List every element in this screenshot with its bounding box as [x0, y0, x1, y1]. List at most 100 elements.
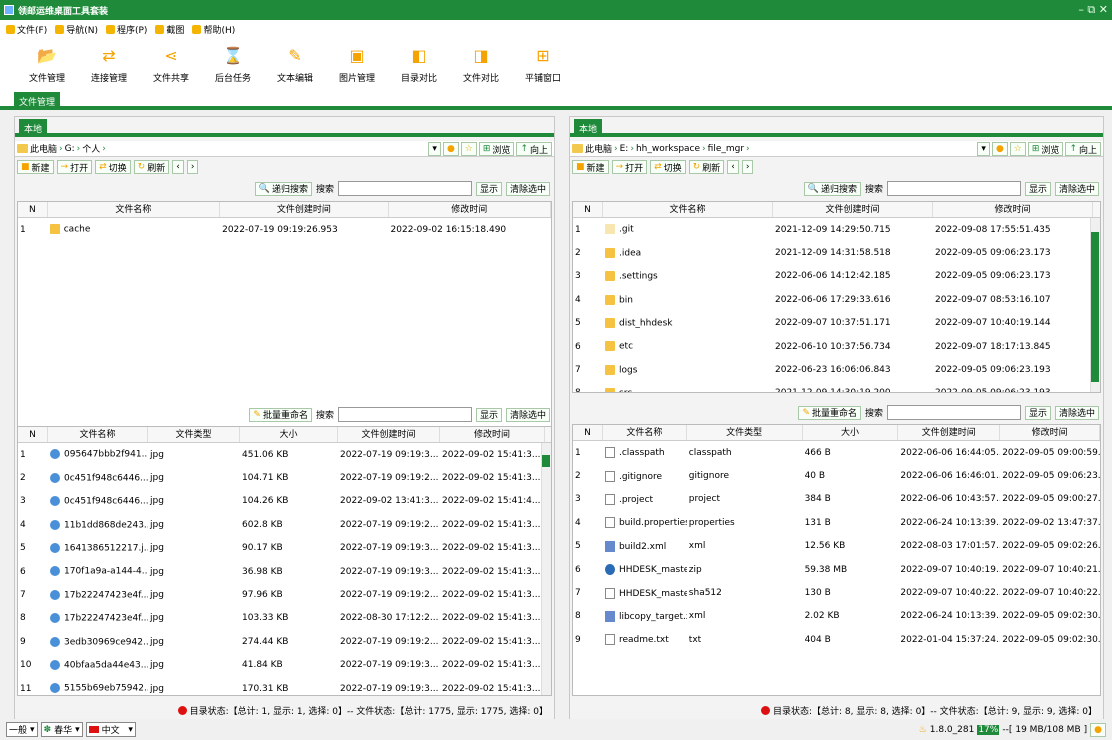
dir-search-input[interactable]: [337, 181, 472, 196]
show-button[interactable]: 显示: [1024, 405, 1051, 420]
toolbar-button[interactable]: 📂 文件管理: [16, 38, 78, 92]
favorites-icon[interactable]: ●: [991, 142, 1008, 156]
history-dropdown[interactable]: ▾: [428, 142, 441, 156]
table-row[interactable]: 8src2021-12-09 14:30:19.2002022-09-05 09…: [573, 382, 1100, 392]
toolbar-button[interactable]: ⊞ 平铺窗口: [512, 38, 574, 92]
browse-button[interactable]: ⊞ 浏览: [1027, 142, 1064, 156]
menu-item[interactable]: 文件(F): [6, 23, 47, 36]
table-row[interactable]: 2 .idea 2021-12-09 14:31:58.518 2022-09-05 …: [573, 241, 1100, 264]
file-table[interactable]: N 文件名称 文件类型 大小 文件创建时间 修改时间 1 095647bbb2f9…: [17, 426, 552, 696]
table-row[interactable]: 9 readme.txt txt 404 B 2022-01-04 15:37:24..…: [573, 628, 1100, 651]
open-button[interactable]: → 打开: [56, 160, 93, 174]
table-row[interactable]: 9 3edb30969ce942... jpg 274.44 KB 2022-07-19…: [18, 630, 551, 653]
show-button[interactable]: 显示: [475, 407, 502, 422]
table-row[interactable]: 3 0c451f948c6446... jpg 104.26 KB 2022-09-02…: [18, 490, 551, 513]
scrollbar[interactable]: [1090, 218, 1100, 392]
table-row[interactable]: 8 17b22247423e4f... jpg 103.33 KB 2022-08-30…: [18, 607, 551, 630]
gc-button[interactable]: ●: [1090, 722, 1106, 737]
table-row[interactable]: 1 095647bbb2f941... jpg 451.06 KB 2022-07-19…: [18, 443, 551, 466]
toolbar-button[interactable]: ◧ 目录对比: [388, 38, 450, 92]
menu-item[interactable]: 程序(P): [105, 23, 147, 36]
clear-selection-button[interactable]: 清除选中: [505, 181, 550, 196]
crumb-part[interactable]: file_mgr: [708, 144, 744, 154]
crumb-part[interactable]: 此电脑: [30, 142, 57, 155]
table-row[interactable]: 5 1641386512217.j... jpg 90.17 KB 2022-07-19…: [18, 537, 551, 560]
table-row[interactable]: 1 cache 2022-07-19 09:19:26.953 2022-09-02 …: [18, 218, 551, 241]
up-button[interactable]: ↑ 向上: [1065, 142, 1101, 156]
crumb-part[interactable]: G:: [65, 144, 75, 154]
table-row[interactable]: 10 40bfaa5da44e43... jpg 41.84 KB 2022-07-19…: [18, 654, 551, 677]
dir-search-input[interactable]: [886, 181, 1021, 196]
show-button[interactable]: 显示: [475, 181, 502, 196]
forward-button[interactable]: ›: [741, 160, 754, 174]
toolbar-button[interactable]: ⋖ 文件共享: [140, 38, 202, 92]
table-row[interactable]: 1 .classpath classpath 466 B 2022-06-06 16:4…: [573, 441, 1100, 464]
table-row[interactable]: 4 bin 2022-06-06 17:29:33.616 2022-09-07 08…: [573, 288, 1100, 311]
recursive-search-button[interactable]: 🔍 递归搜索: [254, 181, 312, 196]
menu-item[interactable]: 导航(N): [55, 23, 98, 36]
table-row[interactable]: 1 .git 2021-12-09 14:29:50.715 2022-09-08 1…: [573, 218, 1100, 241]
theme-select[interactable]: ✽ 春华 ▾: [40, 722, 83, 737]
browse-button[interactable]: ⊞ 浏览: [478, 142, 515, 156]
menu-label[interactable]: 帮助(H): [203, 23, 235, 36]
batch-rename-button[interactable]: ✎ 批量重命名: [798, 405, 861, 420]
menu-label[interactable]: 文件(F): [17, 23, 47, 36]
recursive-search-button[interactable]: 🔍 递归搜索: [803, 181, 861, 196]
scrollbar[interactable]: [541, 443, 551, 695]
table-row[interactable]: 6 HHDESK_master_...zip 59.38 MB 2022-09-07 …: [573, 558, 1100, 581]
table-row[interactable]: 7 HHDESK_master_...sha512 130 B 2022-09-07 …: [573, 581, 1100, 604]
mode-select[interactable]: 一般 ▾: [6, 722, 38, 737]
clear-selection-button[interactable]: 清除选中: [505, 407, 550, 422]
show-button[interactable]: 显示: [1024, 181, 1051, 196]
file-search-input[interactable]: [337, 407, 472, 422]
menu-item[interactable]: 截图: [155, 23, 184, 36]
file-search-input[interactable]: [886, 405, 1021, 420]
table-row[interactable]: 8 libcopy_target.xmlxml 2.02 KB 2022-06-24 …: [573, 605, 1100, 628]
back-button[interactable]: ‹: [727, 160, 739, 174]
switch-button[interactable]: ⇄ 切换: [650, 160, 686, 174]
toolbar-button[interactable]: ◨ 文件对比: [450, 38, 512, 92]
clear-selection-button[interactable]: 清除选中: [1054, 181, 1099, 196]
toolbar-button[interactable]: ⌛ 后台任务: [202, 38, 264, 92]
menu-label[interactable]: 截图: [166, 23, 184, 36]
refresh-button[interactable]: ↻ 刷新: [688, 160, 725, 174]
open-button[interactable]: → 打开: [611, 160, 648, 174]
table-row[interactable]: 5 dist_hhdesk 2022-09-07 10:37:51.171 2022-…: [573, 312, 1100, 335]
new-button[interactable]: ■ 新建: [17, 160, 54, 174]
breadcrumb[interactable]: 此电脑 › E: › hh_workspace › file_mgr › ▾ ● ☆ ⊞…: [570, 141, 1103, 157]
table-row[interactable]: 6 etc 2022-06-10 10:37:56.734 2022-09-07 18…: [573, 335, 1100, 358]
table-row[interactable]: 11 5155b69eb75942... jpg 170.31 KB 2022-07-1…: [18, 677, 551, 695]
favorites-icon[interactable]: ●: [442, 142, 459, 156]
menu-item[interactable]: 帮助(H): [192, 23, 235, 36]
table-row[interactable]: 2 .gitignore gitignore 40 B 2022-06-06 16:46…: [573, 464, 1100, 487]
toolbar-button[interactable]: ✎ 文本编辑: [264, 38, 326, 92]
breadcrumb[interactable]: 此电脑 › G: › 个人 › ▾ ● ☆ ⊞ 浏览 ↑ 向上: [15, 141, 554, 157]
star-icon[interactable]: ☆: [1009, 142, 1026, 156]
crumb-part[interactable]: E:: [620, 144, 629, 154]
tab-local[interactable]: 本地: [574, 119, 603, 135]
dir-table[interactable]: N 文件名称 文件创建时间 修改时间 1 cache 2022-07-19 09:1…: [17, 201, 552, 427]
clear-selection-button[interactable]: 清除选中: [1054, 405, 1099, 420]
file-table[interactable]: N 文件名称 文件类型 大小 文件创建时间 修改时间 1 .classpath cl…: [572, 424, 1101, 696]
batch-rename-button[interactable]: ✎ 批量重命名: [249, 407, 312, 422]
language-select[interactable]: 中文 ▾: [85, 722, 136, 737]
table-row[interactable]: 4 11b1dd868de243... jpg 602.8 KB 2022-07-19 …: [18, 513, 551, 536]
table-row[interactable]: 4 build.properties properties 131 B 2022-06-…: [573, 511, 1100, 534]
tab-local[interactable]: 本地: [19, 119, 48, 135]
table-row[interactable]: 7 17b22247423e4f... jpg 97.96 KB 2022-07-19 …: [18, 583, 551, 606]
up-button[interactable]: ↑ 向上: [516, 142, 552, 156]
table-row[interactable]: 6 170f1a9a-a144-4... jpg 36.98 KB 2022-07-19…: [18, 560, 551, 583]
table-row[interactable]: 3 .project project 384 B 2022-06-06 10:43:57…: [573, 488, 1100, 511]
crumb-part[interactable]: 个人: [82, 142, 100, 155]
window-controls[interactable]: – ⧉ ✕: [1078, 3, 1108, 17]
back-button[interactable]: ‹: [172, 160, 184, 174]
table-row[interactable]: 5 build2.xml xml 12.56 KB 2022-08-03 17:01:5…: [573, 535, 1100, 558]
refresh-button[interactable]: ↻ 刷新: [133, 160, 170, 174]
crumb-part[interactable]: hh_workspace: [636, 144, 700, 154]
tab-file-manager[interactable]: 文件管理: [14, 92, 61, 110]
history-dropdown[interactable]: ▾: [977, 142, 990, 156]
star-icon[interactable]: ☆: [460, 142, 477, 156]
toolbar-button[interactable]: ▣ 图片管理: [326, 38, 388, 92]
forward-button[interactable]: ›: [186, 160, 199, 174]
menu-label[interactable]: 导航(N): [66, 23, 98, 36]
